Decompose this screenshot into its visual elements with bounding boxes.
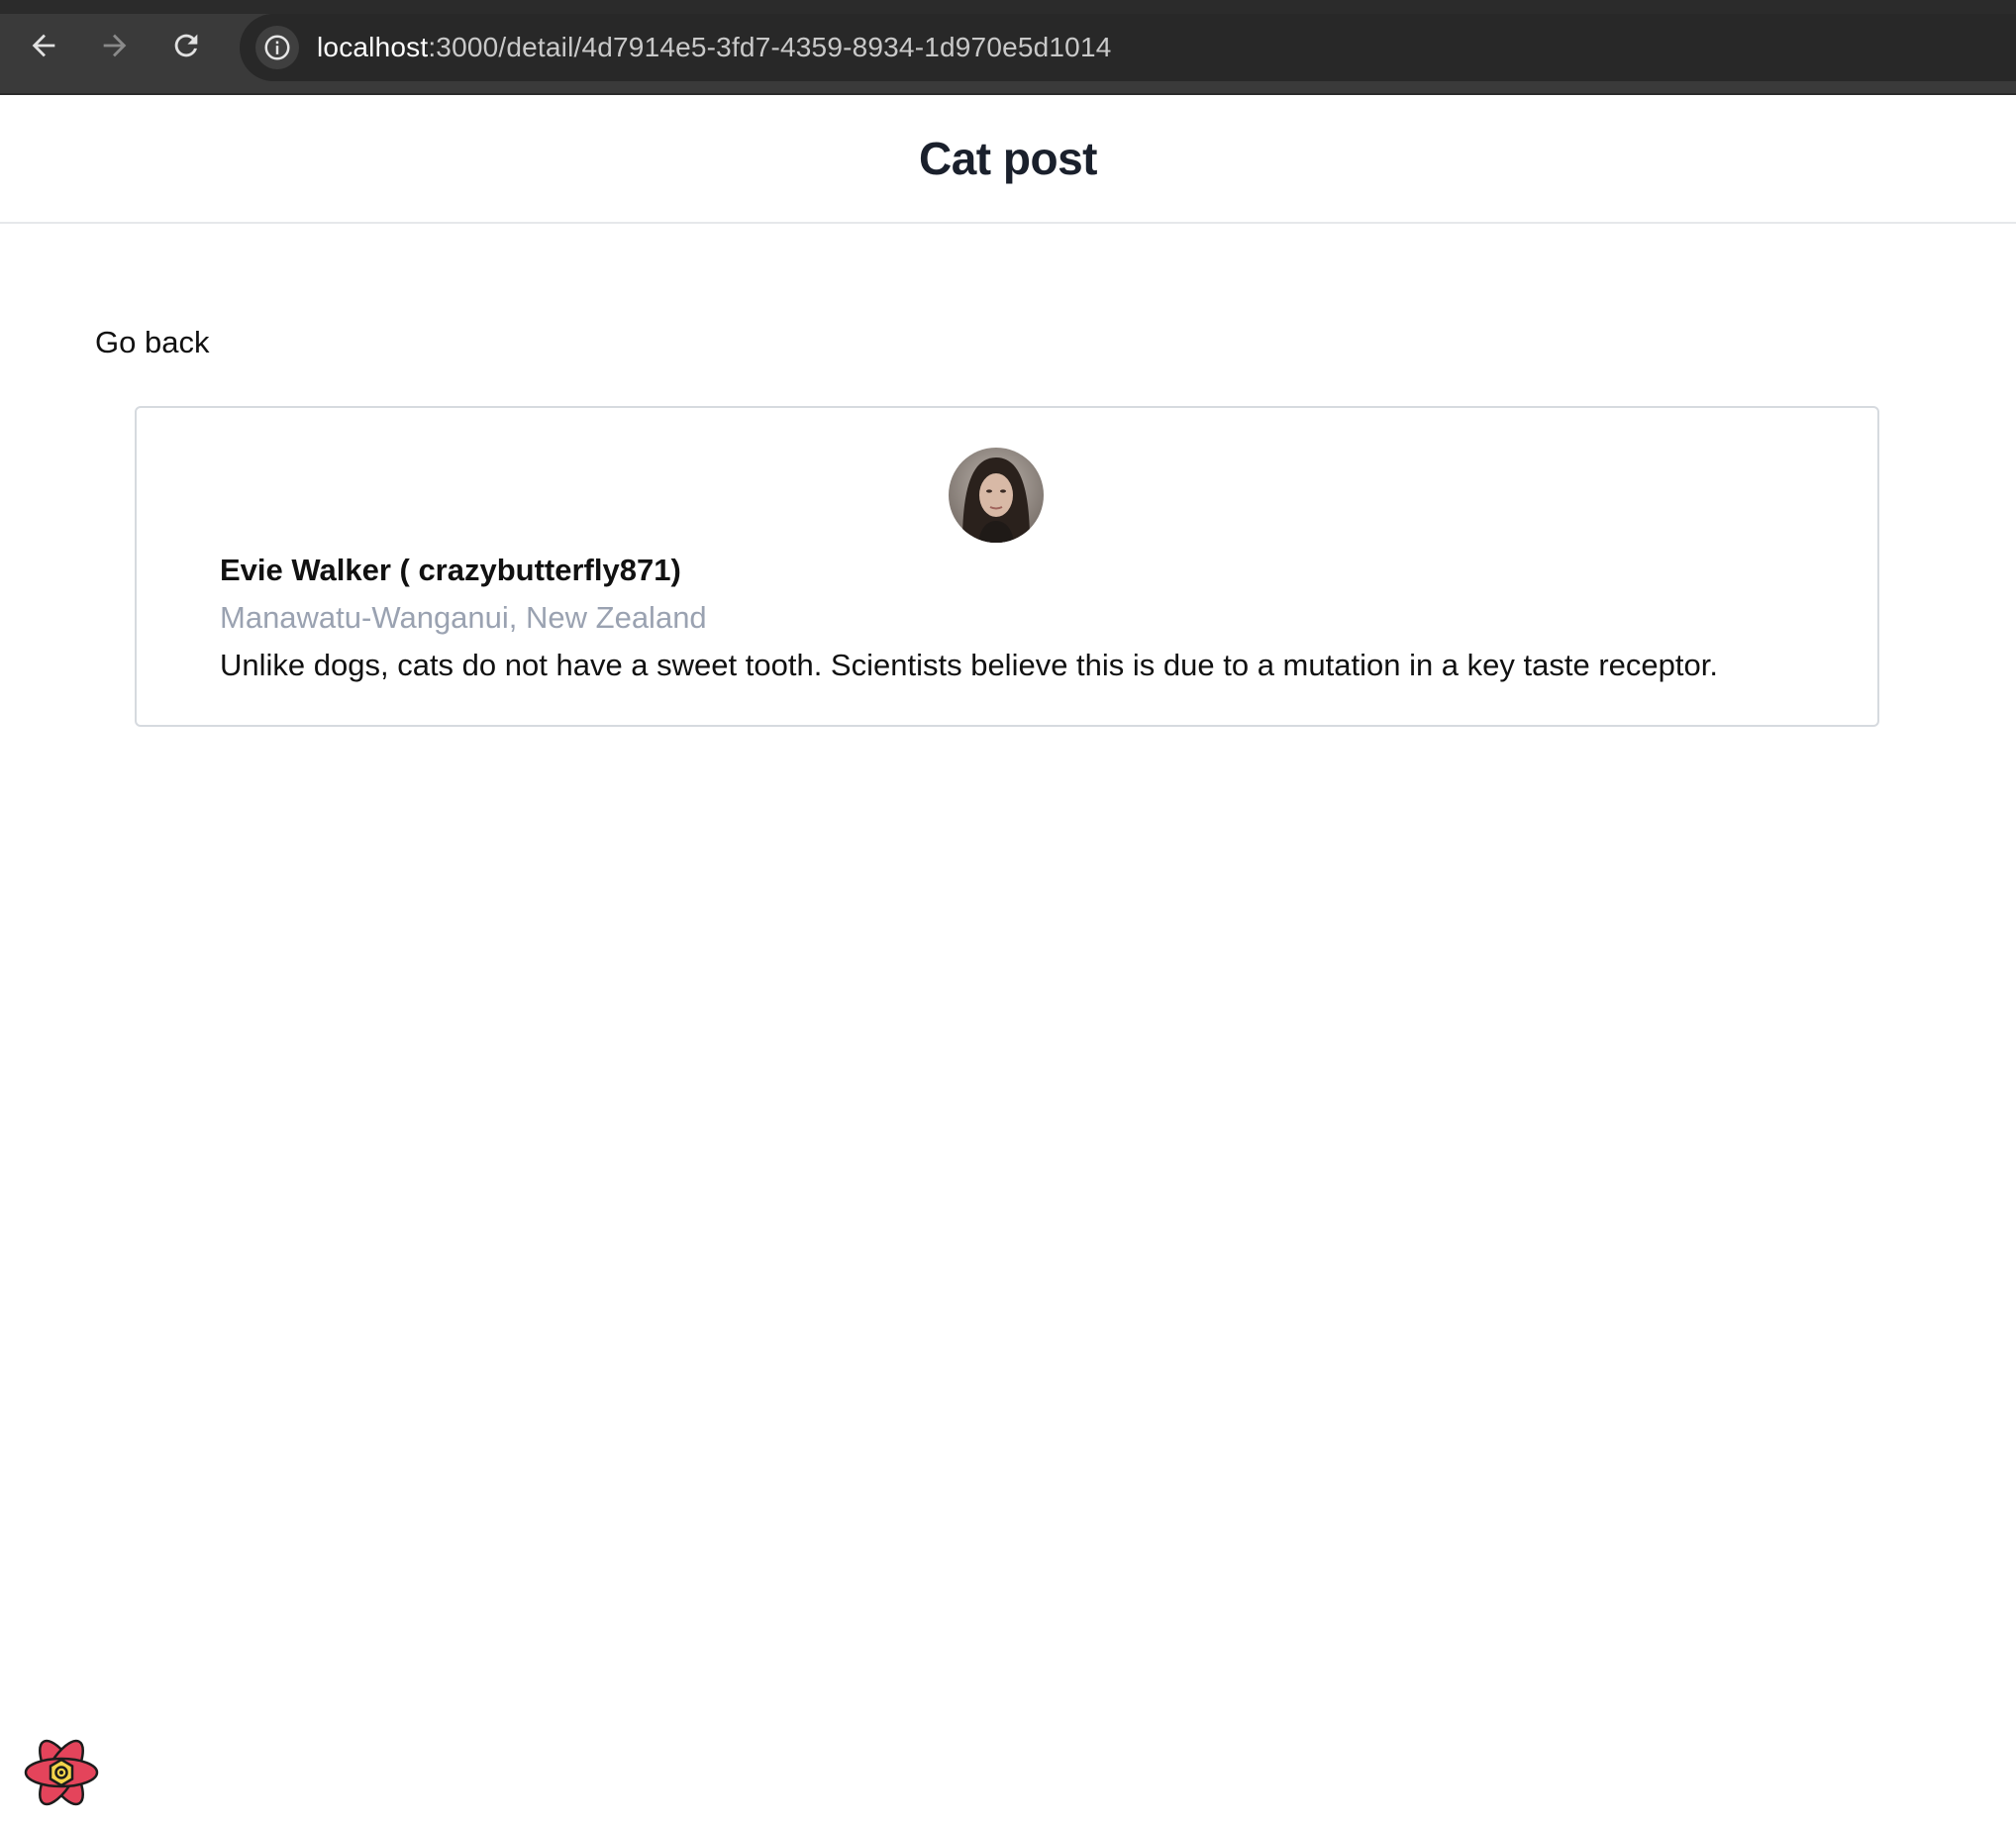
reload-icon — [174, 34, 198, 57]
url-text[interactable]: localhost:3000/detail/4d7914e5-3fd7-4359… — [317, 32, 1112, 63]
react-devtools-icon[interactable] — [20, 1731, 103, 1814]
post-content: Evie Walker ( crazybutterfly871) Manawat… — [220, 547, 1824, 689]
post-author: Evie Walker ( crazybutterfly871) — [220, 553, 681, 587]
tab-strip — [0, 0, 2016, 14]
forward-button[interactable] — [91, 22, 139, 69]
avatar-photo — [949, 448, 1044, 543]
post-card: Evie Walker ( crazybutterfly871) Manawat… — [135, 406, 1879, 727]
post-body: Unlike dogs, cats do not have a sweet to… — [220, 648, 1718, 682]
back-button[interactable] — [20, 22, 67, 69]
go-back-link[interactable]: Go back — [95, 325, 209, 360]
browser-toolbar: localhost:3000/detail/4d7914e5-3fd7-4359… — [0, 0, 2016, 95]
address-bar[interactable]: localhost:3000/detail/4d7914e5-3fd7-4359… — [240, 14, 2016, 81]
url-path: :3000/detail/4d7914e5-3fd7-4359-8934-1d9… — [428, 32, 1112, 62]
page-title: Cat post — [919, 133, 1098, 184]
site-info-icon — [264, 35, 290, 60]
avatar — [949, 448, 1044, 543]
reload-button[interactable] — [162, 22, 210, 69]
post-location: Manawatu-Wanganui, New Zealand — [220, 600, 707, 635]
site-info-button[interactable] — [255, 26, 299, 69]
url-host: localhost — [317, 32, 429, 62]
back-arrow-icon — [32, 34, 55, 57]
page-header: Cat post — [0, 95, 2016, 224]
forward-arrow-icon — [103, 34, 127, 57]
